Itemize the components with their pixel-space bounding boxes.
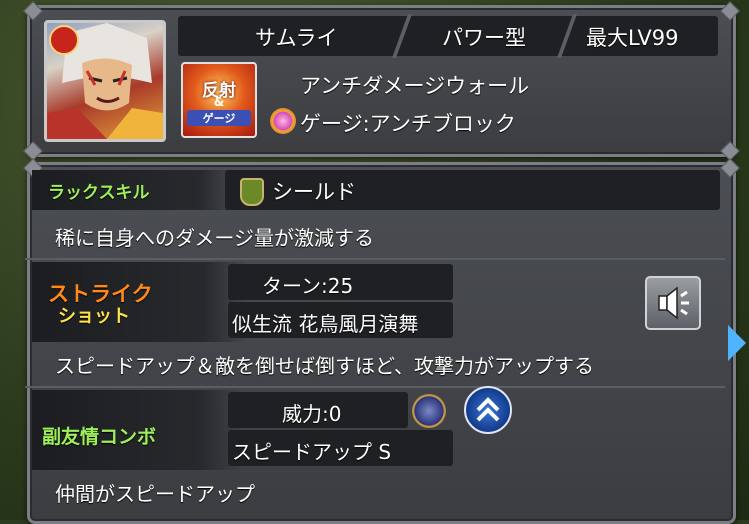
max-level-label: 最大LV99	[586, 26, 679, 50]
sub-combo-power: 威力:0	[282, 402, 342, 426]
style-label: パワー型	[442, 26, 526, 50]
sub-combo-name: スピードアップ S	[232, 440, 392, 464]
divider	[25, 258, 725, 260]
play-voice-button[interactable]	[645, 276, 701, 330]
strike-shot-description: スピードアップ＆敵を倒せば倒すほど、攻撃力がアップする	[55, 354, 594, 378]
speed-up-icon	[464, 386, 512, 434]
divider	[25, 386, 725, 388]
badge-line3: ゲージ	[187, 110, 251, 126]
sub-combo-description: 仲間がスピードアップ	[55, 482, 255, 506]
combo-type-icon	[412, 394, 446, 428]
luck-skill-label: ラックスキル	[48, 183, 150, 203]
next-arrow-icon[interactable]	[728, 325, 746, 361]
strike-shot-label-line2: ショット	[58, 306, 130, 327]
strike-shot-name: 似生流 花鳥風月演舞	[232, 312, 419, 336]
character-portrait[interactable]	[44, 20, 166, 142]
gauge-text: ゲージ:アンチブロック	[300, 112, 516, 136]
strike-turns: ターン:25	[262, 274, 354, 298]
ability-badge: 反射 & ゲージ	[181, 62, 257, 138]
speaker-icon	[658, 286, 689, 320]
luck-skill-name: シールド	[272, 180, 356, 204]
fire-element-icon	[49, 25, 79, 55]
badge-line2: &	[213, 95, 225, 109]
luck-skill-description: 稀に自身へのダメージ量が激減する	[55, 226, 374, 250]
type-label: サムライ	[255, 26, 338, 50]
shield-icon	[240, 178, 264, 206]
ability-name: アンチダメージウォール	[300, 74, 530, 98]
gauge-icon	[270, 108, 296, 134]
sub-combo-label: 副友情コンボ	[42, 426, 157, 448]
